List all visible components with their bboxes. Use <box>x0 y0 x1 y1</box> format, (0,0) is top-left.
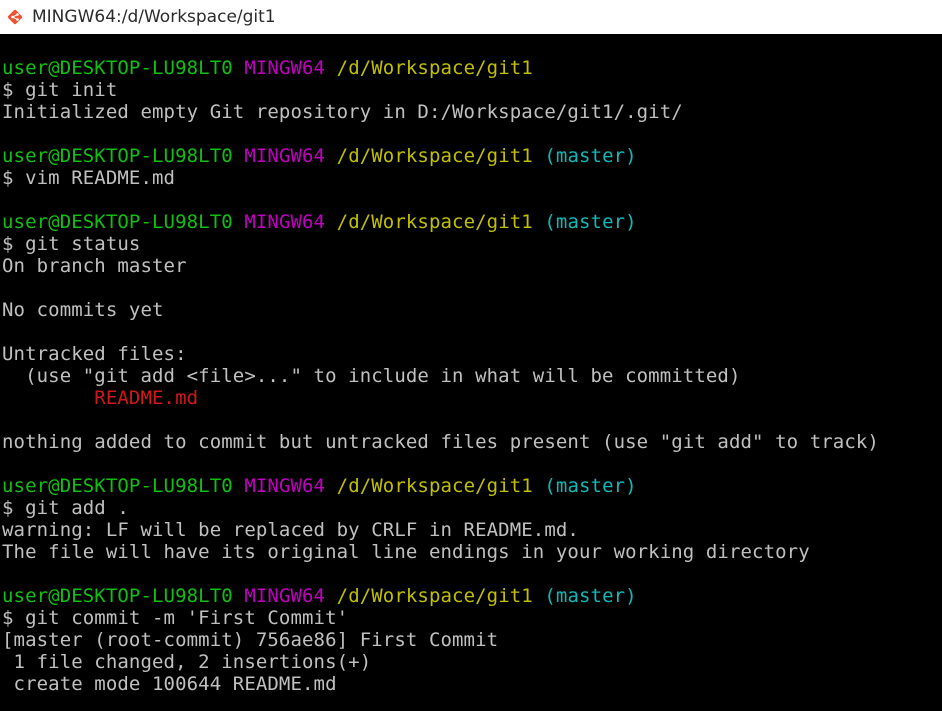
prompt-user: user@DESKTOP-LU98LT0 <box>2 57 233 79</box>
output-line: create mode 100644 README.md <box>2 673 337 695</box>
prompt-path: /d/Workspace/git1 <box>336 211 533 233</box>
prompt-path: /d/Workspace/git1 <box>336 57 533 79</box>
command-line: $ git init <box>2 79 118 101</box>
prompt-line: user@DESKTOP-LU98LT0 MINGW64 /d/Workspac… <box>2 211 942 233</box>
output-line: Initialized empty Git repository in D:/W… <box>2 101 683 123</box>
prompt-system: MINGW64 <box>244 585 326 607</box>
prompt-user: user@DESKTOP-LU98LT0 <box>2 585 233 607</box>
prompt-branch: (master) <box>544 145 637 167</box>
output-line: No commits yet <box>2 299 164 321</box>
prompt-branch: (master) <box>544 585 637 607</box>
git-bash-icon <box>6 8 24 26</box>
terminal-window: MINGW64:/d/Workspace/git1 user@DESKTOP-L… <box>0 0 942 711</box>
output-line: The file will have its original line end… <box>2 541 810 563</box>
prompt-line: user@DESKTOP-LU98LT0 MINGW64 /d/Workspac… <box>2 145 942 167</box>
prompt-path: /d/Workspace/git1 <box>336 585 533 607</box>
prompt-branch: (master) <box>544 475 637 497</box>
untracked-file-line: README.md <box>2 387 199 409</box>
prompt-system: MINGW64 <box>244 211 326 233</box>
output-line: 1 file changed, 2 insertions(+) <box>2 651 372 673</box>
prompt-system: MINGW64 <box>244 57 326 79</box>
command-line: $ git add . <box>2 497 129 519</box>
output-line: (use "git add <file>..." to include in w… <box>2 365 741 387</box>
command-line: $ git commit -m 'First Commit' <box>2 607 349 629</box>
prompt-line: user@DESKTOP-LU98LT0 MINGW64 /d/Workspac… <box>2 585 942 607</box>
prompt-line: user@DESKTOP-LU98LT0 MINGW64 /d/Workspac… <box>2 475 942 497</box>
output-line: nothing added to commit but untracked fi… <box>2 431 879 453</box>
prompt-path: /d/Workspace/git1 <box>336 145 533 167</box>
terminal-output[interactable]: user@DESKTOP-LU98LT0 MINGW64 /d/Workspac… <box>0 34 942 711</box>
prompt-system: MINGW64 <box>244 475 326 497</box>
window-title: MINGW64:/d/Workspace/git1 <box>32 7 276 27</box>
output-line: warning: LF will be replaced by CRLF in … <box>2 519 579 541</box>
prompt-user: user@DESKTOP-LU98LT0 <box>2 211 233 233</box>
output-line: [master (root-commit) 756ae86] First Com… <box>2 629 499 651</box>
prompt-branch: (master) <box>544 211 637 233</box>
output-line: On branch master <box>2 255 187 277</box>
prompt-path: /d/Workspace/git1 <box>336 475 533 497</box>
title-bar[interactable]: MINGW64:/d/Workspace/git1 <box>0 0 942 34</box>
prompt-user: user@DESKTOP-LU98LT0 <box>2 145 233 167</box>
command-line: $ vim README.md <box>2 167 176 189</box>
prompt-system: MINGW64 <box>244 145 326 167</box>
output-line: Untracked files: <box>2 343 187 365</box>
prompt-user: user@DESKTOP-LU98LT0 <box>2 475 233 497</box>
command-line: $ git status <box>2 233 141 255</box>
prompt-line: user@DESKTOP-LU98LT0 MINGW64 /d/Workspac… <box>2 57 942 79</box>
